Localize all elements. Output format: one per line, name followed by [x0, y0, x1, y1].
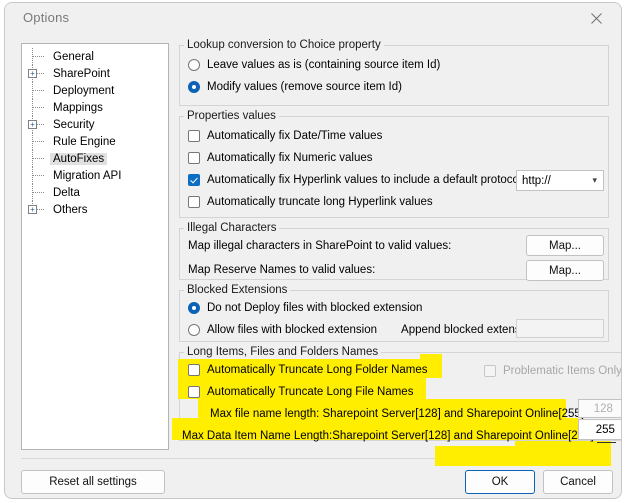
checkbox-indicator	[188, 174, 200, 186]
tree-connector	[28, 184, 50, 201]
tree-item-autofixes[interactable]: AutoFixes	[28, 150, 124, 167]
tree-connector: +	[28, 65, 50, 82]
tree-connector	[28, 99, 50, 116]
tree-connector	[28, 167, 50, 184]
close-icon[interactable]	[575, 5, 617, 31]
max-file-name-row: Max file name length: Sharepoint Server[…	[188, 403, 616, 425]
checkbox-indicator	[188, 196, 200, 208]
properties-values-legend: Properties values	[187, 110, 276, 122]
checkbox-indicator	[188, 364, 200, 376]
checkbox-fix-numeric[interactable]: Automatically fix Numeric values	[188, 147, 600, 169]
long-names-legend: Long Items, Files and Folders Names	[187, 346, 379, 358]
options-dialog: Options General + SharePoint Deployment Mapp…	[4, 2, 622, 499]
radio-label: Allow files with blocked extension	[207, 324, 378, 336]
checkbox-indicator	[188, 152, 200, 164]
tree-item-rule-engine[interactable]: Rule Engine	[28, 133, 124, 150]
settings-pane: Lookup conversion to Choice property Lea…	[172, 39, 621, 445]
checkbox-label: Automatically fix Date/Time values	[207, 130, 383, 142]
blocked-extensions-group: Blocked Extensions Do not Deploy files w…	[179, 284, 609, 342]
radio-do-not-deploy-blocked[interactable]: Do not Deploy files with blocked extensi…	[188, 297, 600, 319]
checkbox-fix-datetime[interactable]: Automatically fix Date/Time values	[188, 125, 600, 147]
max-data-item-input[interactable]: 255	[577, 419, 621, 440]
cancel-button[interactable]: Cancel	[543, 470, 613, 494]
tree-connector	[28, 82, 50, 99]
radio-label: Modify values (remove source item Id)	[207, 81, 402, 93]
tree-item-others[interactable]: + Others	[28, 201, 124, 218]
tree-item-sharepoint[interactable]: + SharePoint	[28, 65, 124, 82]
properties-values-group: Properties values Automatically fix Date…	[179, 110, 609, 218]
ok-button[interactable]: OK	[465, 470, 535, 494]
window-title: Options	[23, 10, 70, 25]
radio-indicator	[188, 302, 200, 314]
checkbox-indicator	[188, 130, 200, 142]
max-file-name-input[interactable]: 128	[577, 399, 621, 418]
checkbox-label: Automatically fix Numeric values	[207, 152, 373, 164]
checkbox-label: Problematic Items Only	[503, 365, 622, 377]
title-bar: Options	[5, 3, 621, 33]
radio-leave-values-as-is[interactable]: Leave values as is (containing source it…	[188, 54, 600, 76]
tree-item-label: Migration API	[53, 169, 122, 182]
radio-label: Leave values as is (containing source it…	[207, 59, 441, 71]
tree-connector: +	[28, 201, 50, 218]
radio-label: Do not Deploy files with blocked extensi…	[207, 302, 423, 314]
max-data-item-row: Max Data Item Name Length:Sharepoint Ser…	[182, 425, 616, 447]
radio-modify-values[interactable]: Modify values (remove source item Id)	[188, 76, 600, 98]
map-illegal-characters-button[interactable]: Map...	[526, 235, 604, 256]
reset-all-settings-button[interactable]: Reset all settings	[21, 470, 165, 494]
append-extension-input[interactable]	[516, 319, 604, 338]
tree-item-delta[interactable]: Delta	[28, 184, 124, 201]
tree-item-mappings[interactable]: Mappings	[28, 99, 124, 116]
tree-item-label: Others	[53, 203, 88, 216]
default-protocol-select[interactable]: http:// ▾	[516, 170, 604, 191]
long-names-group: Long Items, Files and Folders Names Auto…	[172, 346, 622, 443]
tree-item-label: General	[53, 50, 94, 63]
checkbox-indicator	[188, 386, 200, 398]
tree-item-general[interactable]: General	[28, 48, 124, 65]
illegal-characters-group: Illegal Characters Map illegal character…	[179, 222, 609, 281]
tree-expander-icon[interactable]: +	[28, 120, 37, 129]
tree-item-label: SharePoint	[53, 67, 110, 80]
default-protocol-value: http://	[522, 174, 551, 187]
tree-item-label: Rule Engine	[53, 135, 116, 148]
tree-item-deployment[interactable]: Deployment	[28, 82, 124, 99]
category-tree[interactable]: General + SharePoint Deployment Mappings + Sec…	[21, 43, 169, 450]
max-file-name-label: Max file name length: Sharepoint Server[…	[210, 408, 584, 420]
tree-item-security[interactable]: + Security	[28, 116, 124, 133]
tree-expander-icon[interactable]: +	[28, 69, 37, 78]
checkbox-label: Automatically fix Hyperlink values to in…	[207, 174, 525, 186]
tree-item-label: Security	[53, 118, 95, 131]
checkbox-truncate-file-names[interactable]: Automatically Truncate Long File Names	[188, 381, 616, 403]
tree-connector	[28, 150, 50, 167]
lookup-conversion-group: Lookup conversion to Choice property Lea…	[179, 39, 609, 106]
max-data-item-label: Max Data Item Name Length:Sharepoint Ser…	[182, 430, 594, 442]
map-illegal-characters-label: Map illegal characters in SharePoint to …	[188, 240, 452, 252]
radio-indicator	[188, 59, 200, 71]
radio-indicator	[188, 324, 200, 336]
checkbox-truncate-hyperlink[interactable]: Automatically truncate long Hyperlink va…	[188, 191, 600, 213]
checkbox-label: Automatically Truncate Long Folder Names	[207, 364, 428, 376]
tree-connector: +	[28, 116, 50, 133]
tree-item-label: AutoFixes	[50, 152, 108, 165]
checkbox-label: Automatically Truncate Long File Names	[207, 386, 414, 398]
lookup-conversion-legend: Lookup conversion to Choice property	[187, 39, 381, 51]
illegal-characters-legend: Illegal Characters	[187, 222, 277, 234]
tree-expander-icon[interactable]: +	[28, 205, 37, 214]
chevron-down-icon: ▾	[592, 175, 597, 186]
tree-item-migration-api[interactable]: Migration API	[28, 167, 124, 184]
blocked-extensions-legend: Blocked Extensions	[187, 284, 288, 296]
checkbox-problematic-items-only: Problematic Items Only	[484, 360, 622, 382]
checkbox-label: Automatically truncate long Hyperlink va…	[207, 196, 433, 208]
tree-item-label: Delta	[53, 186, 80, 199]
checkbox-indicator	[484, 365, 497, 377]
tree-connector	[28, 133, 50, 150]
tree-item-label: Mappings	[53, 101, 103, 114]
radio-indicator	[188, 81, 200, 93]
tree-item-label: Deployment	[53, 84, 115, 97]
map-reserve-names-button[interactable]: Map...	[526, 260, 604, 281]
tree-connector	[28, 48, 50, 65]
map-reserve-names-label: Map Reserve Names to valid values:	[188, 264, 376, 276]
